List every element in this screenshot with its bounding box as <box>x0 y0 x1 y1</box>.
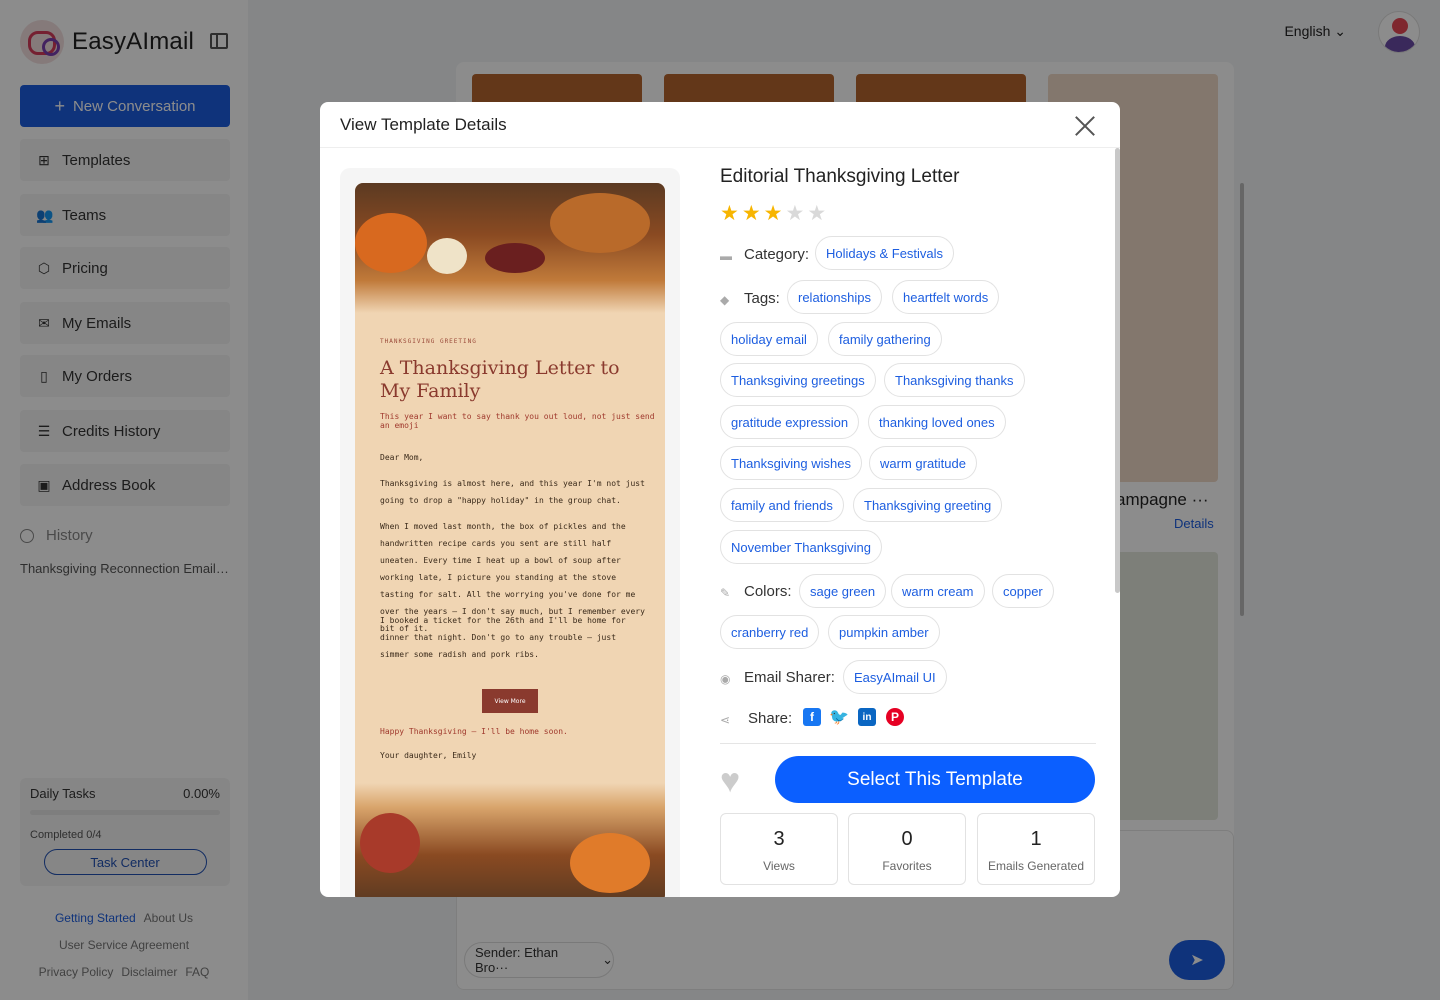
star-icon: ★ <box>720 202 739 225</box>
preview-hero-image <box>355 183 665 313</box>
modal-scrollbar[interactable] <box>1115 148 1120 593</box>
color-chip[interactable]: copper <box>992 574 1054 608</box>
tag-chip[interactable]: November Thanksgiving <box>720 530 882 564</box>
color-chip[interactable]: pumpkin amber <box>828 615 940 649</box>
close-icon[interactable] <box>1074 115 1096 137</box>
preview-footer-image <box>355 783 665 897</box>
template-details-modal: View Template Details THANKSGIVING GREET… <box>320 102 1120 897</box>
template-details: Editorial Thanksgiving Letter ★ ★ ★ ★ ★ … <box>720 166 1096 885</box>
divider <box>720 743 1096 744</box>
template-name: Editorial Thanksgiving Letter <box>720 166 960 187</box>
brush-icon: ✎ <box>720 585 731 600</box>
preview-paragraph-1: Thanksgiving is almost here, and this ye… <box>380 479 645 505</box>
stat-favorites: 0 Favorites <box>848 813 966 885</box>
color-chip[interactable]: warm cream <box>891 574 985 608</box>
linkedin-icon[interactable]: in <box>858 708 876 726</box>
tag-chip[interactable]: holiday email <box>720 322 818 356</box>
template-preview[interactable]: THANKSGIVING GREETING A Thanksgiving Let… <box>355 183 665 897</box>
facebook-icon[interactable]: f <box>803 708 821 726</box>
pinterest-icon[interactable]: P <box>886 708 904 726</box>
tag-chip[interactable]: relationships <box>787 280 882 314</box>
tag-chip[interactable]: Thanksgiving thanks <box>884 363 1025 397</box>
tags-row: ◆ Tags: <box>720 290 780 307</box>
heart-icon[interactable]: ♥ <box>720 764 754 798</box>
folder-icon: ▬ <box>720 248 732 263</box>
category-tag[interactable]: Holidays & Festivals <box>815 236 955 270</box>
preview-paragraph-3: I booked a ticket for the 26th and I'll … <box>380 616 626 659</box>
tag-icon: ◆ <box>720 292 730 307</box>
tag-chip[interactable]: Thanksgiving greeting <box>853 488 1003 522</box>
stat-views: 3 Views <box>720 813 838 885</box>
preview-signature: Your daughter, Emily <box>380 751 477 760</box>
modal-title: View Template Details <box>320 102 1120 148</box>
color-chip[interactable]: sage green <box>799 574 887 608</box>
sharer-chip[interactable]: EasyAImail UI <box>843 660 947 694</box>
preview-subhead: This year I want to say thank you out lo… <box>380 412 655 430</box>
tag-chip[interactable]: thanking loved ones <box>868 405 1006 439</box>
preview-view-more-button: View More <box>482 689 538 713</box>
sharer-row: ◉ Email Sharer: <box>720 669 835 686</box>
tag-chip[interactable]: Thanksgiving greetings <box>720 363 876 397</box>
share-row: ⋖ Share: <box>720 710 793 727</box>
tag-chip[interactable]: Thanksgiving wishes <box>720 446 862 480</box>
twitter-icon[interactable]: 🐦 <box>829 708 849 726</box>
tag-chip[interactable]: family and friends <box>720 488 844 522</box>
user-circle-icon: ◉ <box>720 671 731 686</box>
tag-chip[interactable]: gratitude expression <box>720 405 860 439</box>
star-icon: ★ <box>763 202 783 225</box>
star-icon: ★ <box>785 202 805 225</box>
tag-chip[interactable]: warm gratitude <box>869 446 977 480</box>
tag-chip[interactable]: heartfelt words <box>892 280 1000 314</box>
color-chip[interactable]: cranberry red <box>720 615 820 649</box>
stat-emails-generated: 1 Emails Generated <box>977 813 1095 885</box>
preview-salutation: Dear Mom, <box>380 453 424 462</box>
preview-eyebrow: THANKSGIVING GREETING <box>380 338 477 345</box>
category-row: ▬ Category: <box>720 246 810 263</box>
select-template-button[interactable]: Select This Template <box>775 756 1095 803</box>
share-icon: ⋖ <box>720 712 731 727</box>
star-icon: ★ <box>741 202 761 225</box>
preview-closing: Happy Thanksgiving — I'll be home soon. <box>380 727 568 736</box>
star-icon: ★ <box>807 202 827 225</box>
preview-headline: A Thanksgiving Letter to My Family <box>380 357 620 402</box>
colors-row: ✎ Colors: <box>720 583 792 600</box>
rating-stars: ★ ★ ★ ★ ★ <box>720 202 829 226</box>
tag-chip[interactable]: family gathering <box>828 322 942 356</box>
